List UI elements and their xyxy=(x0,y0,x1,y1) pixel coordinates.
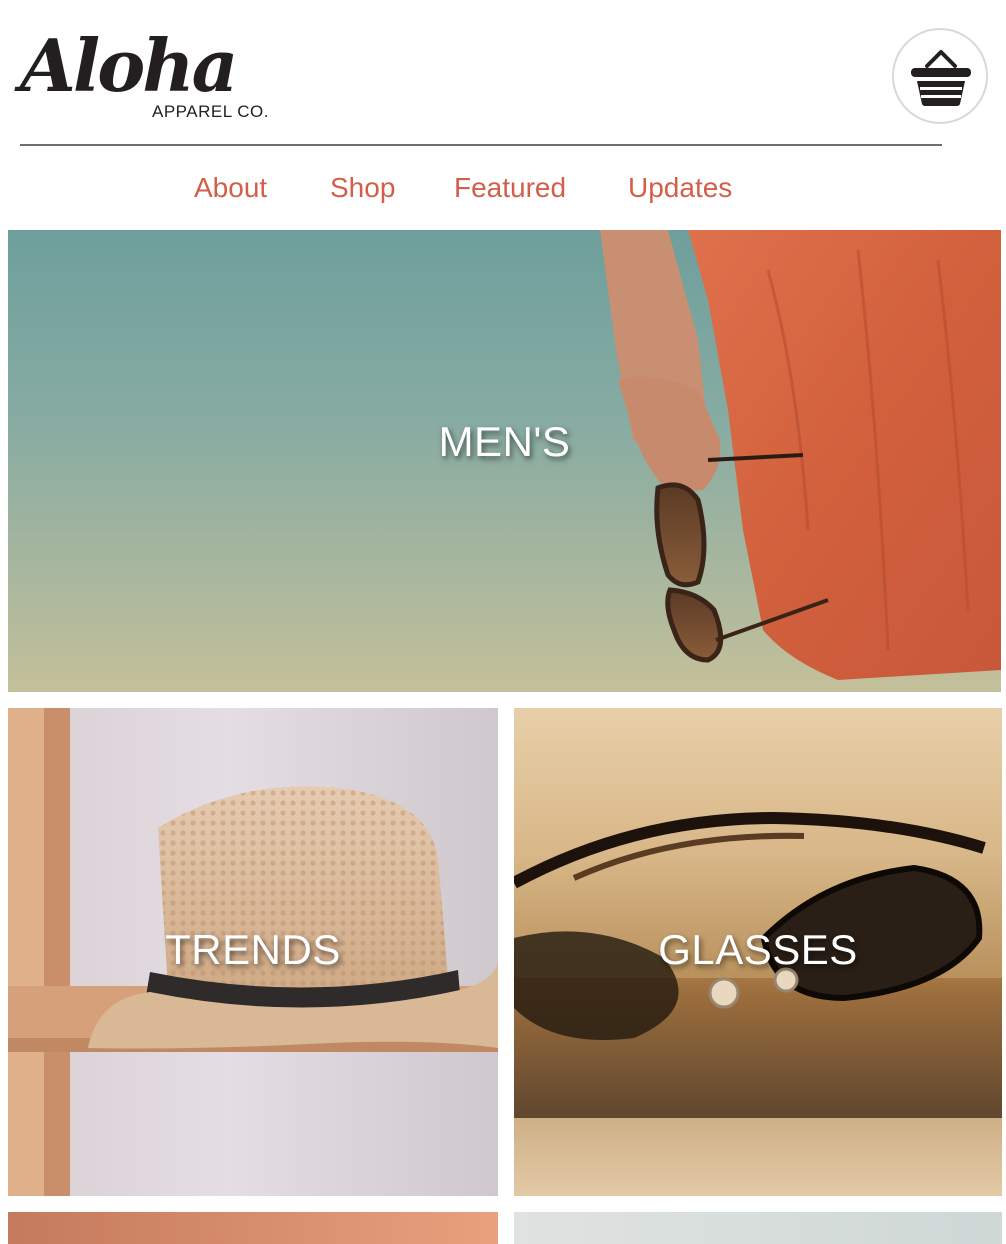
main-nav: About Shop Featured Updates xyxy=(0,166,1006,214)
basket-icon xyxy=(911,50,971,106)
category-tile-mens[interactable]: MEN'S xyxy=(8,230,1001,692)
category-label-glasses: GLASSES xyxy=(658,926,858,973)
category-tile-partial-left[interactable] xyxy=(8,1212,498,1244)
nav-link-featured[interactable]: Featured xyxy=(454,166,566,210)
brand-logo[interactable]: Aloha APPAREL CO. xyxy=(20,22,280,126)
category-tile-glasses[interactable]: GLASSES xyxy=(514,708,1002,1196)
logo-script: Aloha xyxy=(20,23,238,108)
site-header: Aloha APPAREL CO. xyxy=(0,0,1006,146)
category-label-trends: TRENDS xyxy=(165,926,341,973)
category-tile-trends[interactable]: TRENDS xyxy=(8,708,498,1196)
category-tile-partial-right[interactable] xyxy=(514,1212,1002,1244)
nav-link-about[interactable]: About xyxy=(194,166,267,210)
cart-button[interactable] xyxy=(892,28,988,124)
nav-link-shop[interactable]: Shop xyxy=(330,166,395,210)
category-label-mens: MEN'S xyxy=(438,418,571,465)
logo-subtitle: APPAREL CO. xyxy=(152,102,269,121)
nav-link-updates[interactable]: Updates xyxy=(628,166,732,210)
header-divider xyxy=(20,144,942,146)
